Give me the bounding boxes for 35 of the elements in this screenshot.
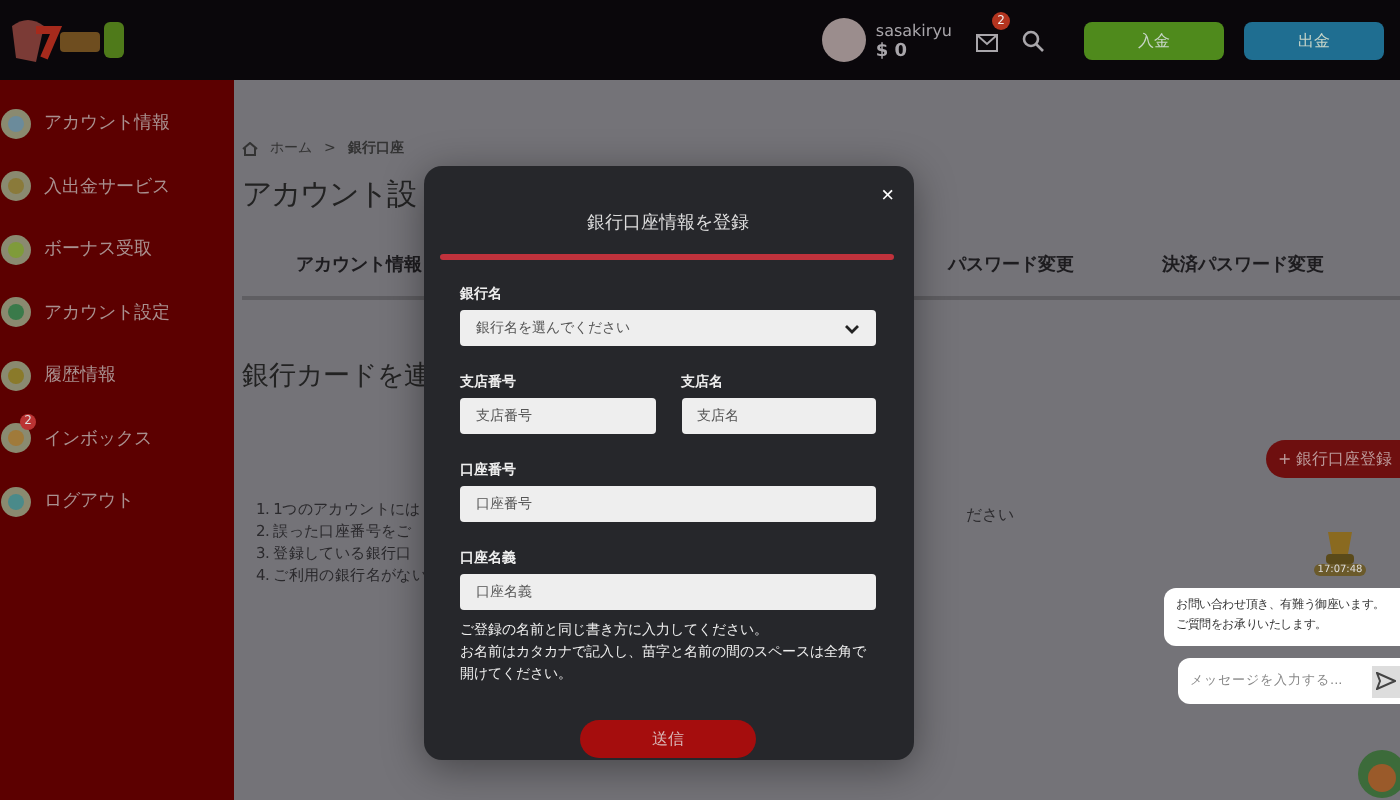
home-icon [242,141,258,155]
menu-item-icon [0,296,32,329]
close-button[interactable]: × [881,184,894,208]
menu-item-icon [0,233,32,266]
chevron-icon [844,323,860,333]
deposit-button[interactable]: 入金 [1084,21,1224,59]
balance: $ 0 [875,41,910,61]
note-text: ださい [966,504,1014,526]
avatar[interactable] [821,18,866,62]
sidebar-item[interactable]: インボックス [44,425,152,452]
mail-icon[interactable] [976,33,998,51]
search-icon[interactable] [1022,29,1044,51]
tab[interactable]: アカウント情報 [290,252,428,278]
sidebar-item[interactable]: アカウント情報 [44,110,170,137]
page-title: アカウント設 [242,176,416,214]
sidebar-item[interactable]: ボーナス受取 [44,236,152,263]
sidebar-item[interactable]: ログアウト [44,488,134,515]
tab[interactable]: 決済パスワード変更 [1156,252,1330,278]
sidebar-item[interactable]: 履歴情報 [44,362,116,389]
send-icon[interactable] [1376,672,1396,690]
menu-item-icon [0,359,32,392]
menu-item-icon [0,170,32,203]
menu-item-icon [0,422,32,455]
withdraw-button[interactable]: 出金 [1244,21,1384,59]
trophy-icon [1322,530,1358,564]
modal-title: 銀行口座情報を登録 [585,211,751,236]
sidebar-item[interactable]: 入出金サービス [44,173,170,200]
add-bank-button[interactable]: + 銀行口座登録 [1266,440,1400,478]
tab[interactable]: パスワード変更 [942,252,1080,278]
logo-drawing[interactable] [8,14,128,66]
menu-item-icon [0,107,32,140]
sidebar-item[interactable]: アカウント設定 [44,299,170,326]
menu-item-icon [0,485,32,518]
username: sasakiryu [875,19,952,41]
submit-button[interactable]: 送信 [580,720,756,758]
